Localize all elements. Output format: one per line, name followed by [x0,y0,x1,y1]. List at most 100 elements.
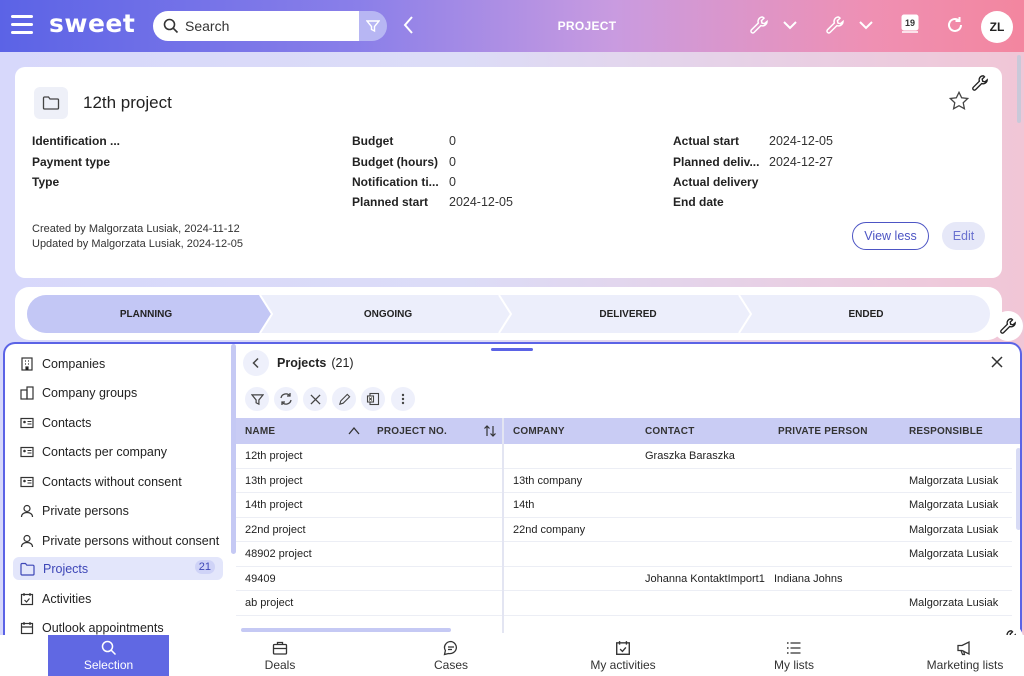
nav-label: Selection [83,657,134,672]
favorite-star-icon[interactable] [948,90,970,117]
table-row[interactable]: 14th project 14th Malgorzata Lusiak [236,493,1012,518]
stage-ended[interactable]: ENDED [749,295,983,333]
sidebar-item-label: Private persons without consent [42,533,220,548]
close-panel-button[interactable] [991,355,1003,373]
contact-card-icon [20,476,34,487]
more-options-button[interactable] [391,387,415,411]
sort-icon[interactable] [483,424,497,438]
page-scrollbar[interactable] [1017,55,1021,123]
list-back-button[interactable] [243,350,269,376]
table-row[interactable]: ab project Malgorzata Lusiak [236,591,1012,616]
sidebar-item-private-persons-without-consent[interactable]: Private persons without consent [13,529,223,552]
table-row[interactable]: 22nd project 22nd company Malgorzata Lus… [236,518,1012,542]
stage-ongoing[interactable]: ONGOING [269,295,507,333]
search-input[interactable] [185,18,345,34]
calendar-button[interactable]: 19 [900,12,920,41]
field-value-planned-delivery: 2024-12-27 [769,155,833,169]
table-row[interactable]: 49409 Johanna KontaktImport1 Indiana Joh… [236,567,1012,591]
sidebar-item-private-persons[interactable]: Private persons [13,499,223,522]
project-folder-icon [34,87,68,119]
more-vertical-icon [401,393,405,405]
sidebar-item-projects[interactable]: Projects 21 [13,557,223,580]
nav-my-activities[interactable]: My activities [572,635,674,676]
stage-delivered[interactable]: DELIVERED [509,295,747,333]
field-value-planned-start: 2024-12-05 [449,195,513,209]
sidebar-item-companies[interactable]: Companies [13,352,223,375]
column-header-project-no[interactable]: PROJECT NO. [377,426,447,437]
wrench-icon [826,16,844,34]
filter-icon [250,393,264,405]
search-icon [163,18,179,34]
nav-marketing-lists[interactable]: Marketing lists [915,635,1015,676]
refresh-list-button[interactable] [274,387,298,411]
panel-resize-handle[interactable] [491,348,533,351]
clear-button[interactable] [303,387,327,411]
sidebar-item-activities[interactable]: Activities [13,587,223,610]
cell-name: 12th project [245,450,303,462]
sidebar-item-outlook-appointments[interactable]: Outlook appointments [13,616,223,635]
list-icon [786,641,801,654]
cell-company: 14th [513,499,535,511]
view-less-button[interactable]: View less [852,222,929,250]
table-header: NAME PROJECT NO. COMPANY CONTACT PRIVATE… [236,418,1020,444]
table-row[interactable]: 13th project 13th company Malgorzata Lus… [236,469,1012,493]
cell-name: 49409 [245,572,276,585]
stage-planning[interactable]: PLANNING [27,295,265,333]
sidebar: Companies Company groups Contacts Contac… [5,344,231,635]
calendar-icon [20,621,34,634]
calendar-icon: 19 [901,14,919,33]
search-icon [101,640,116,655]
back-button[interactable] [402,14,416,41]
person-icon [20,534,34,547]
sidebar-item-company-groups[interactable]: Company groups [13,381,223,404]
sidebar-item-contacts-without-consent[interactable]: Contacts without consent [13,470,223,493]
column-header-name[interactable]: NAME [245,426,275,437]
nav-cases[interactable]: Cases [401,635,501,676]
sidebar-item-label: Private persons [42,503,129,518]
column-header-company[interactable]: COMPANY [513,426,565,437]
close-icon [991,356,1003,368]
edit-button[interactable]: Edit [942,222,985,250]
calendar-day: 19 [905,18,915,28]
field-label-planned-delivery: Planned deliv... [673,155,760,169]
column-header-responsible[interactable]: RESPONSIBLE [909,426,983,437]
user-avatar[interactable]: ZL [981,11,1013,43]
nav-my-lists[interactable]: My lists [744,635,844,676]
stage-wrench-button[interactable] [993,311,1023,341]
wrench-menu-button[interactable] [749,13,769,42]
cell-responsible: Malgorzata Lusiak [909,499,999,511]
person-icon [20,504,34,517]
table-body: 12th project Graszka Baraszka 13th proje… [236,444,1020,630]
excel-export-button[interactable] [361,387,385,411]
refresh-button[interactable] [945,13,965,42]
wrench-menu-button-2[interactable] [825,13,845,42]
table-row[interactable]: 48902 project Malgorzata Lusiak [236,542,1012,567]
menu-icon[interactable] [11,15,33,35]
megaphone-icon [957,640,970,655]
chevron-down-icon[interactable] [781,13,799,42]
field-label-planned-start: Planned start [352,195,429,209]
briefcase-icon [272,641,288,655]
column-header-private-person[interactable]: PRIVATE PERSON [778,426,868,437]
filter-button[interactable] [245,387,269,411]
selection-panel: Companies Company groups Contacts Contac… [3,342,1022,635]
list-count: (21) [331,356,354,370]
table-row[interactable]: 12th project Graszka Baraszka [236,444,1012,469]
building-icon [21,356,33,371]
table-vertical-scrollbar[interactable] [1016,448,1020,530]
search-box[interactable] [153,11,359,41]
sidebar-item-contacts-per-company[interactable]: Contacts per company [13,440,223,463]
search-filter-button[interactable] [359,11,387,41]
sidebar-item-contacts[interactable]: Contacts [13,411,223,434]
chevron-down-icon[interactable] [857,13,875,42]
cell-contact: Graszka Baraszka [645,450,735,462]
column-header-contact[interactable]: CONTACT [645,426,695,437]
table-horizontal-scrollbar[interactable] [241,628,451,632]
edit-list-button[interactable] [332,387,356,411]
nav-deals[interactable]: Deals [230,635,330,676]
sort-ascending-icon[interactable] [348,426,360,436]
card-wrench-button[interactable] [965,68,995,98]
app-logo[interactable]: sweet [49,9,135,38]
nav-selection[interactable]: Selection [48,635,169,676]
buildings-icon [20,385,34,400]
